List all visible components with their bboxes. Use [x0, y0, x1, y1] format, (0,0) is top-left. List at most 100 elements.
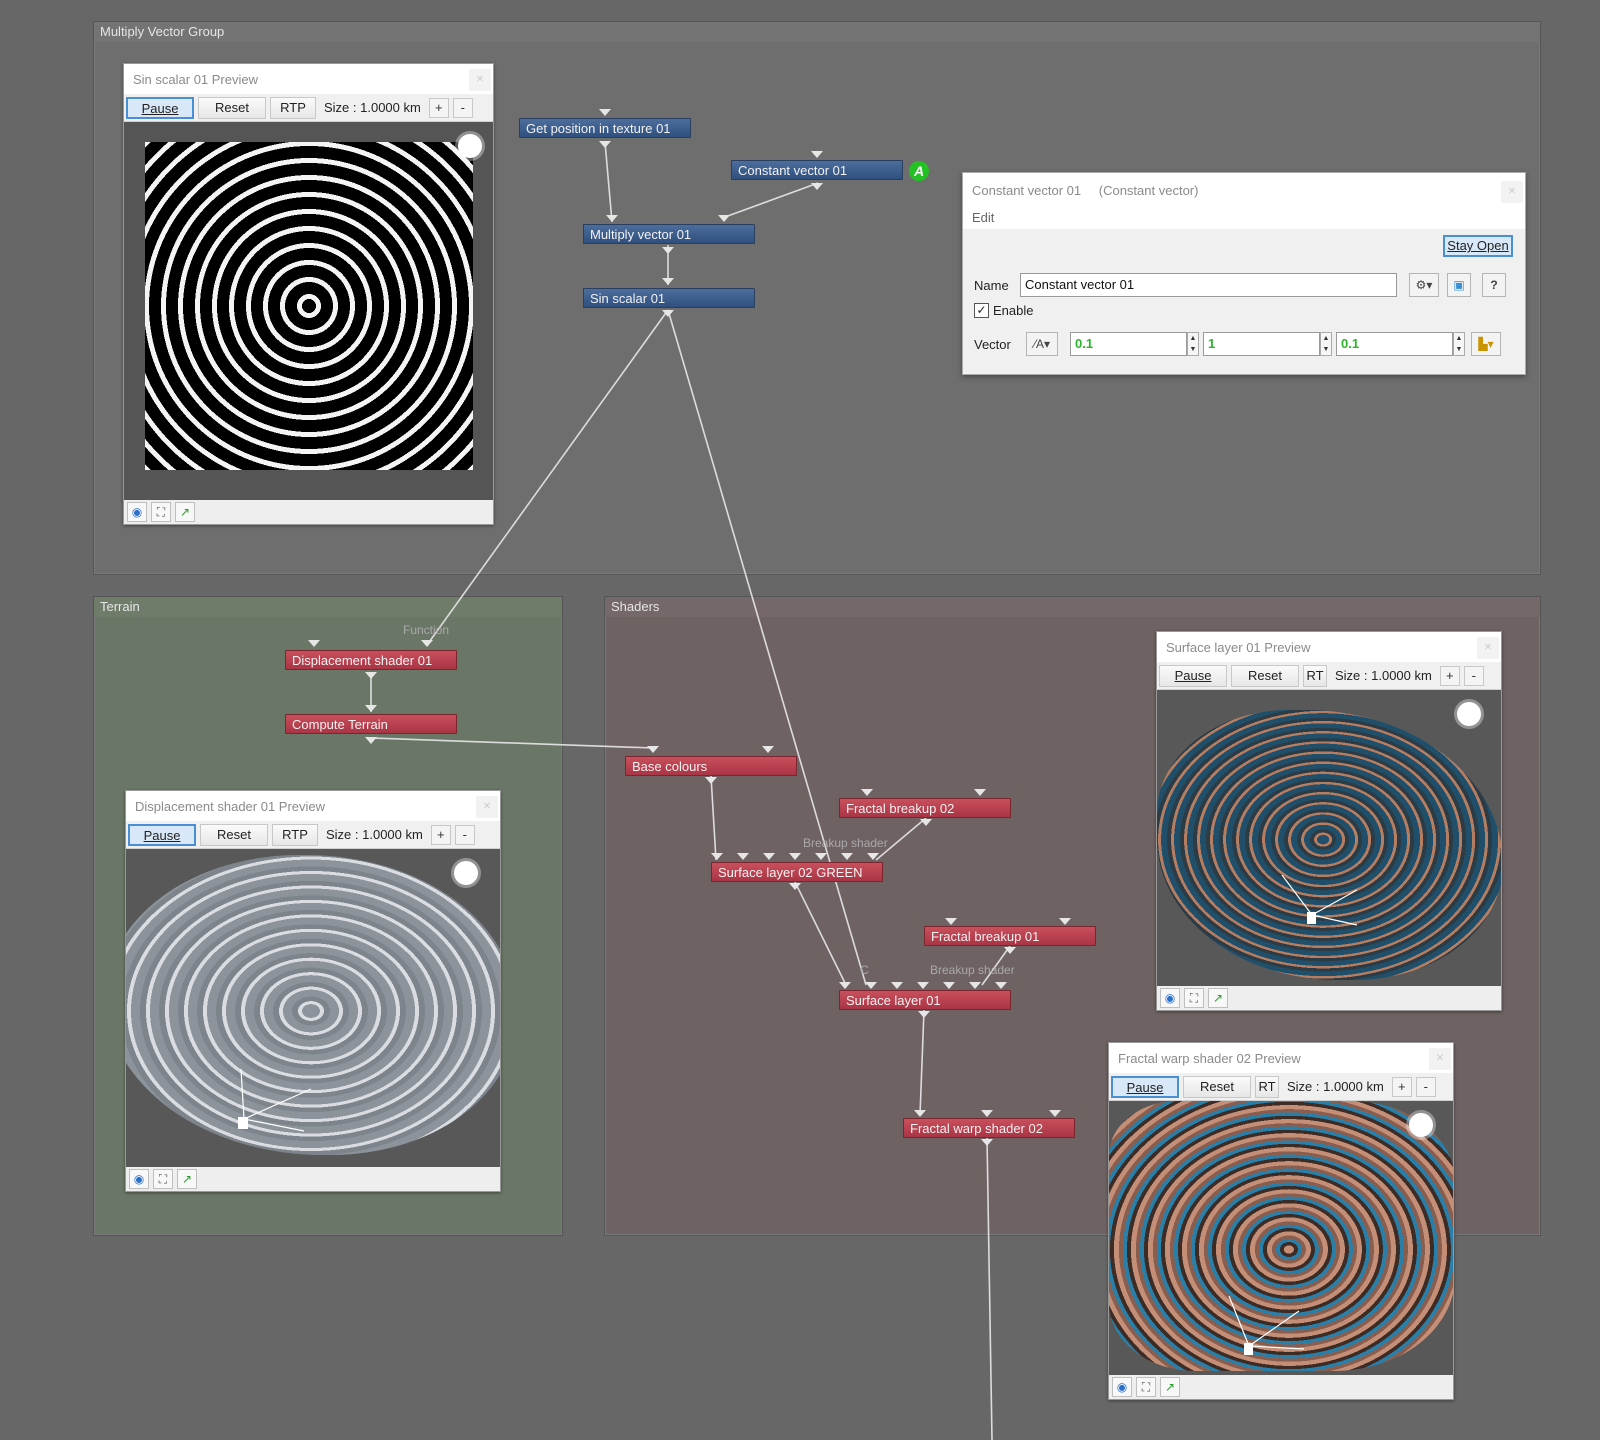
reset-button[interactable]: Reset [1231, 664, 1299, 687]
node-get-position-in-texture[interactable]: Get position in texture 01 [519, 118, 691, 138]
editor-menu-edit[interactable]: Edit [963, 207, 1525, 229]
zoom-out-button[interactable]: - [1415, 1076, 1436, 1097]
preview-viewport[interactable] [1157, 690, 1501, 986]
camera-path-icon[interactable]: ↗ [1208, 988, 1228, 1008]
preview-window-surface-layer[interactable]: Surface layer 01 Preview ✕ Pause Reset R… [1156, 631, 1502, 1011]
camera-path-icon[interactable]: ↗ [177, 1169, 197, 1189]
vector-x-field[interactable]: 0.1 [1070, 332, 1187, 356]
preview-toolbar: Pause Reset RTP Size : 1.0000 km + - [126, 821, 500, 849]
vector-row: Vector ⁄A▾ 0.1 ▲ ▼ 1 ▲ ▼ 0.1 ▲ ▼ ▙▾ [974, 332, 1501, 356]
pause-button[interactable]: Pause [126, 96, 194, 119]
sun-light-icon[interactable] [1409, 1113, 1433, 1137]
preview-window-fractal-warp-shader[interactable]: Fractal warp shader 02 Preview ✕ Pause R… [1108, 1042, 1454, 1400]
camera-path-icon[interactable]: ↗ [1160, 1377, 1180, 1397]
pause-button[interactable]: Pause [128, 823, 196, 846]
preview-size-readout: Size : 1.0000 km [1287, 1079, 1384, 1094]
node-sin-scalar[interactable]: Sin scalar 01 [583, 288, 755, 308]
sun-light-icon[interactable] [454, 861, 478, 885]
preview-title-bar[interactable]: Fractal warp shader 02 Preview ✕ [1109, 1043, 1453, 1073]
rtp-button[interactable]: RT [1255, 1075, 1279, 1098]
vector-mode-icon[interactable]: ⁄A▾ [1026, 332, 1058, 356]
preview-viewport[interactable] [126, 849, 500, 1167]
preview-title: Sin scalar 01 Preview [133, 72, 258, 87]
vector-colour-picker-icon[interactable]: ▙▾ [1471, 332, 1501, 356]
vector-x-spinner[interactable]: ▲ ▼ [1187, 332, 1199, 356]
frame-icon[interactable]: ⛶ [151, 502, 171, 522]
enable-checkbox[interactable]: ✓ [974, 303, 989, 318]
close-icon[interactable]: ✕ [1429, 1048, 1451, 1070]
rtp-button[interactable]: RTP [270, 96, 316, 119]
node-surface-layer-01[interactable]: Surface layer 01 [839, 990, 1011, 1010]
parameter-editor-constant-vector[interactable]: Constant vector 01 (Constant vector) ✕ E… [962, 172, 1526, 375]
close-icon[interactable]: ✕ [1501, 181, 1523, 203]
zoom-out-button[interactable]: - [452, 97, 473, 118]
preview-title-bar[interactable]: Displacement shader 01 Preview ✕ [126, 791, 500, 821]
animated-badge-label: A [913, 163, 925, 179]
editor-title: Constant vector 01 [972, 183, 1082, 198]
node-surface-layer-02-green[interactable]: Surface layer 02 GREEN [711, 862, 883, 882]
frame-icon[interactable]: ⛶ [1136, 1377, 1156, 1397]
preview-viewport[interactable] [124, 122, 493, 500]
zoom-in-button[interactable]: + [428, 97, 449, 118]
preview-title-bar[interactable]: Surface layer 01 Preview ✕ [1157, 632, 1501, 662]
reset-button[interactable]: Reset [200, 823, 268, 846]
stay-open-button[interactable]: Stay Open [1443, 235, 1513, 257]
sun-light-icon[interactable] [458, 134, 482, 158]
reset-button[interactable]: Reset [1183, 1075, 1251, 1098]
zoom-in-button[interactable]: + [1391, 1076, 1412, 1097]
reset-button[interactable]: Reset [198, 96, 266, 119]
editor-title-bar[interactable]: Constant vector 01 (Constant vector) ✕ [963, 173, 1525, 207]
vector-y-field[interactable]: 1 [1203, 332, 1320, 356]
node-constant-vector[interactable]: Constant vector 01 [731, 160, 903, 180]
preview-window-displacement-shader[interactable]: Displacement shader 01 Preview ✕ Pause R… [125, 790, 501, 1192]
close-icon[interactable]: ✕ [1477, 637, 1499, 659]
node-colour-icon[interactable]: ▣ [1447, 273, 1471, 297]
name-field[interactable]: Constant vector 01 [1020, 273, 1397, 297]
eye-icon[interactable]: ◉ [127, 502, 147, 522]
node-fractal-breakup-02[interactable]: Fractal breakup 02 [839, 798, 1011, 818]
group-title: Shaders [605, 597, 1540, 617]
preview-footer: ◉ ⛶ ↗ [1109, 1375, 1453, 1399]
editor-node-type: (Constant vector) [1098, 183, 1199, 198]
preview-toolbar: Pause Reset RT Size : 1.0000 km + - [1109, 1073, 1453, 1101]
node-fractal-warp-shader-02[interactable]: Fractal warp shader 02 [903, 1118, 1075, 1138]
zoom-in-button[interactable]: + [430, 824, 451, 845]
gear-icon[interactable]: ⚙▾ [1409, 273, 1439, 297]
input-label-c: C [860, 963, 869, 977]
eye-icon[interactable]: ◉ [129, 1169, 149, 1189]
camera-gizmo [238, 1068, 312, 1132]
group-title: Multiply Vector Group [94, 22, 1540, 42]
vector-y-spinner[interactable]: ▲ ▼ [1320, 332, 1332, 356]
node-base-colours[interactable]: Base colours [625, 756, 797, 776]
zoom-in-button[interactable]: + [1439, 665, 1460, 686]
vector-z-field[interactable]: 0.1 [1336, 332, 1453, 356]
preview-title-bar[interactable]: Sin scalar 01 Preview ✕ [124, 64, 493, 94]
rtp-button[interactable]: RTP [272, 823, 318, 846]
eye-icon[interactable]: ◉ [1112, 1377, 1132, 1397]
node-multiply-vector[interactable]: Multiply vector 01 [583, 224, 755, 244]
preview-title: Surface layer 01 Preview [1166, 640, 1311, 655]
sun-light-icon[interactable] [1457, 702, 1481, 726]
node-compute-terrain[interactable]: Compute Terrain [285, 714, 457, 734]
pause-button[interactable]: Pause [1159, 664, 1227, 687]
zoom-out-button[interactable]: - [454, 824, 475, 845]
preview-footer: ◉ ⛶ ↗ [126, 1167, 500, 1191]
help-icon[interactable]: ? [1482, 273, 1506, 297]
name-label: Name [974, 277, 1009, 293]
close-icon[interactable]: ✕ [476, 796, 498, 818]
pause-button[interactable]: Pause [1111, 1075, 1179, 1098]
preview-window-sin-scalar[interactable]: Sin scalar 01 Preview ✕ Pause Reset RTP … [123, 63, 494, 525]
frame-icon[interactable]: ⛶ [153, 1169, 173, 1189]
camera-path-icon[interactable]: ↗ [175, 502, 195, 522]
rtp-button[interactable]: RT [1303, 664, 1327, 687]
node-displacement-shader[interactable]: Displacement shader 01 [285, 650, 457, 670]
frame-icon[interactable]: ⛶ [1184, 988, 1204, 1008]
vector-z-spinner[interactable]: ▲ ▼ [1453, 332, 1465, 356]
animated-badge-icon: A [909, 161, 929, 181]
close-icon[interactable]: ✕ [469, 69, 491, 91]
name-row: Name Constant vector 01 ⚙▾ ▣ ? [974, 273, 1506, 297]
eye-icon[interactable]: ◉ [1160, 988, 1180, 1008]
preview-viewport[interactable] [1109, 1101, 1453, 1375]
node-fractal-breakup-01[interactable]: Fractal breakup 01 [924, 926, 1096, 946]
zoom-out-button[interactable]: - [1463, 665, 1484, 686]
